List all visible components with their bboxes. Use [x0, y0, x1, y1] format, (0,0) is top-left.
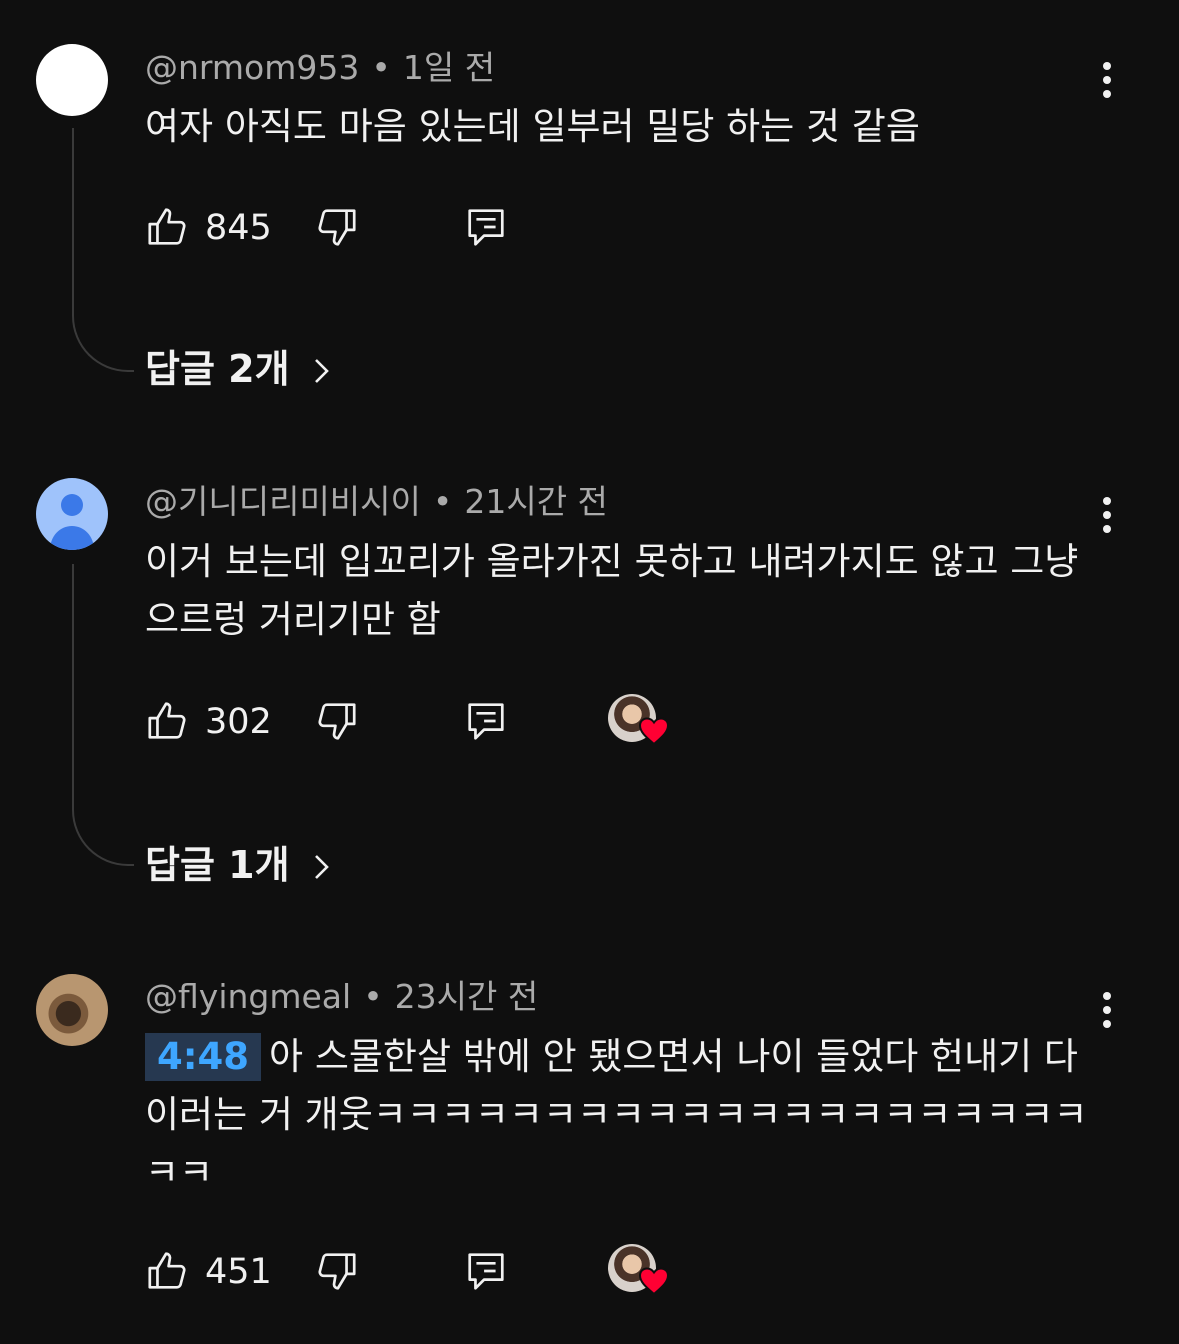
- thread-line: [72, 564, 134, 866]
- like-count: 451: [205, 1252, 272, 1292]
- comment-time: 21시간 전: [464, 482, 608, 521]
- thread-line: [72, 128, 134, 372]
- thumbs-up-icon: [148, 1252, 186, 1289]
- thumbs-up-icon: [148, 208, 186, 245]
- reply-comment-icon: [468, 1253, 504, 1290]
- comment-meta: @기니디리미비시이 • 21시간 전: [145, 482, 608, 522]
- dislike-button[interactable]: [313, 1248, 359, 1294]
- thumbs-down-icon: [318, 703, 356, 740]
- comment-text: 이거 보는데 입꼬리가 올라가진 못하고 내려가지도 않고 그냥 으르렁 거리기…: [145, 540, 1079, 641]
- comment-time: 23시간 전: [394, 977, 539, 1016]
- author-handle[interactable]: @nrmom953: [145, 48, 359, 87]
- more-options-button[interactable]: [1094, 495, 1120, 535]
- comment-text: 4:48 아 스물한살 밖에 안 됐으면서 나이 들었다 헌내기 다 이러는 거 …: [145, 1028, 1095, 1202]
- reply-comment-icon: [468, 703, 504, 740]
- meta-separator: •: [363, 977, 383, 1016]
- meta-separator: •: [432, 482, 453, 521]
- comment-actions: 302: [145, 694, 745, 746]
- avatar[interactable]: [36, 974, 108, 1046]
- author-handle[interactable]: @flyingmeal: [145, 977, 351, 1016]
- chevron-right-icon: [314, 855, 329, 879]
- reply-comment-icon: [468, 209, 504, 246]
- thumbs-up-icon: [148, 702, 186, 739]
- heart-icon: [638, 717, 670, 746]
- comment-meta: @flyingmeal • 23시간 전: [145, 977, 538, 1017]
- heart-icon: [638, 1267, 670, 1296]
- like-button[interactable]: [145, 1248, 191, 1294]
- more-options-button[interactable]: [1094, 990, 1120, 1030]
- video-timestamp-link[interactable]: 4:48: [145, 1033, 262, 1081]
- like-count: 845: [205, 208, 272, 248]
- comment-body: 아 스물한살 밖에 안 됐으면서 나이 들었다 헌내기 다 이러는 거 개웃ㅋㅋ…: [145, 1035, 1088, 1194]
- reply-button[interactable]: [463, 698, 509, 744]
- like-count: 302: [205, 702, 272, 742]
- reply-button[interactable]: [463, 204, 509, 250]
- view-replies-button[interactable]: 답글 1개: [145, 842, 334, 888]
- thumbs-down-icon: [318, 1253, 356, 1290]
- like-button[interactable]: [145, 698, 191, 744]
- creator-heart-badge: [608, 694, 672, 746]
- dislike-button[interactable]: [313, 204, 359, 250]
- default-user-icon: [50, 494, 94, 550]
- creator-heart-badge: [608, 1244, 672, 1296]
- comment-time: 1일 전: [402, 48, 496, 87]
- author-handle[interactable]: @기니디리미비시이: [145, 482, 421, 521]
- meta-separator: •: [371, 48, 391, 87]
- comment-meta: @nrmom953 • 1일 전: [145, 48, 495, 88]
- avatar[interactable]: [36, 478, 108, 550]
- avatar[interactable]: [36, 44, 108, 116]
- reply-button[interactable]: [463, 1248, 509, 1294]
- like-button[interactable]: [145, 204, 191, 250]
- dislike-button[interactable]: [313, 698, 359, 744]
- more-options-button[interactable]: [1094, 60, 1120, 100]
- view-replies-button[interactable]: 답글 2개: [145, 346, 334, 392]
- comment-actions: 845: [145, 204, 745, 252]
- chevron-right-icon: [314, 359, 329, 383]
- replies-label: 답글 1개: [145, 843, 290, 887]
- comment-text: 여자 아직도 마음 있는데 일부러 밀당 하는 것 같음: [145, 105, 920, 148]
- comment-actions: 451: [145, 1244, 745, 1296]
- thumbs-down-icon: [318, 209, 356, 246]
- replies-label: 답글 2개: [145, 347, 290, 391]
